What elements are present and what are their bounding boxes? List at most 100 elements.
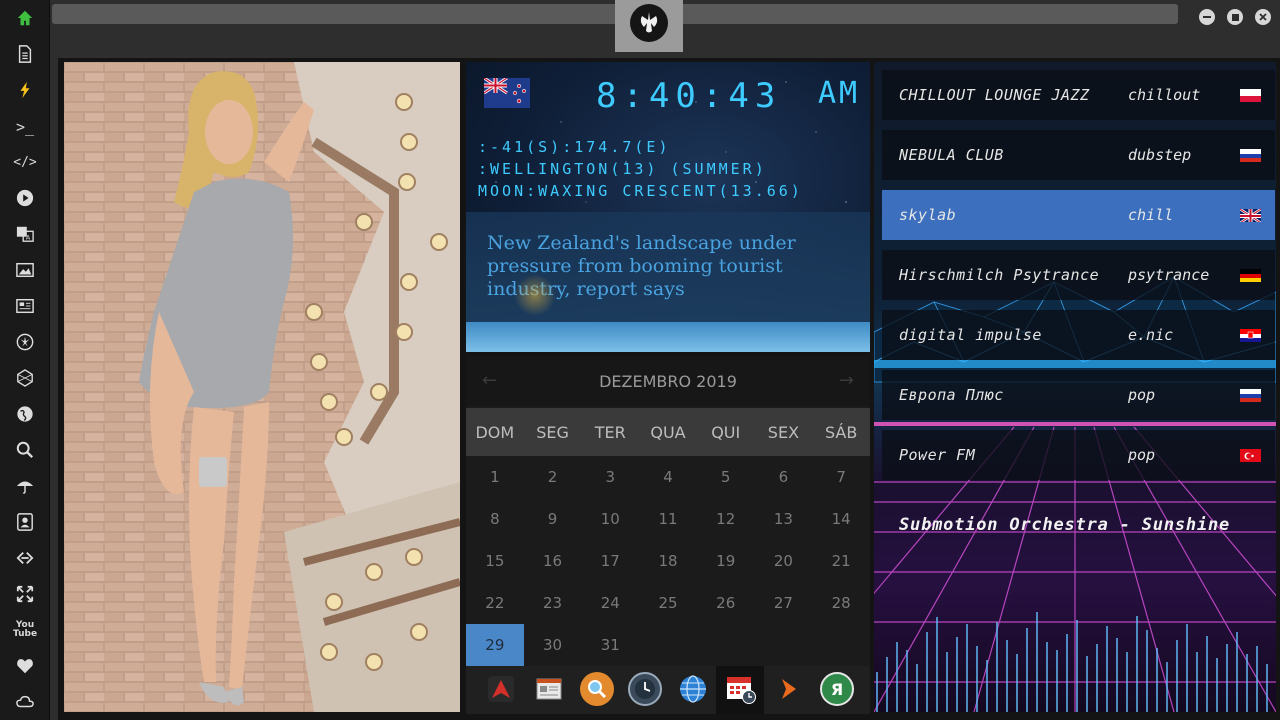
umbrella-icon[interactable] [12,473,38,499]
calendar-day[interactable]: 12 [697,498,755,540]
spectrum-bar [976,646,978,712]
expand-icon[interactable] [12,581,38,607]
rebel-icon[interactable] [12,329,38,355]
image-icon[interactable] [12,257,38,283]
maximize-icon[interactable] [1227,9,1243,25]
station-genre: dubstep [1128,146,1192,164]
clock-location: :WELLINGTON(13) (SUMMER) [478,160,767,178]
yandex-icon[interactable]: Я [820,672,854,706]
cloud-icon[interactable] [12,689,38,715]
weekday-label: TER [594,422,626,442]
calendar-day[interactable]: 4 [639,456,697,498]
spectrum-bar [996,622,998,712]
clock-widget: 8:40:43 AM :-41(S):174.7(E) :WELLINGTON(… [466,62,870,352]
station-row[interactable]: digital impulse e.nic [882,310,1275,360]
station-name: Hirschmilch Psytrance [899,266,1100,284]
spectrum-bar [886,657,888,712]
app-dock: Я [466,666,870,714]
calendar-day[interactable]: 20 [755,540,813,582]
station-genre: pop [1128,386,1156,404]
next-month-icon[interactable]: → [839,370,854,391]
calendar-day[interactable]: 6 [755,456,813,498]
spectrum-bar [1066,634,1068,712]
calendar-day[interactable]: 13 [755,498,813,540]
station-name: skylab [899,206,957,224]
station-row[interactable]: CHILLOUT LOUNGE JAZZ chillout [882,70,1275,120]
rebel-logo-icon [630,4,668,42]
station-row[interactable]: NEBULA CLUB dubstep [882,130,1275,180]
calendar-day[interactable]: 19 [697,540,755,582]
radio-widget: CHILLOUT LOUNGE JAZZ chillout NEBULA CLUB d… [874,62,1276,712]
link-icon[interactable] [12,545,38,571]
calendar-weekdays: DOM SEG TER QUA QUI SEX SÁB [466,408,870,456]
calendar-day[interactable]: 30 [524,624,582,666]
play-arrow-icon[interactable] [772,672,806,706]
calendar-app-icon[interactable] [724,672,758,706]
contact-icon[interactable] [12,509,38,535]
calendar-day[interactable]: 11 [639,498,697,540]
calendar-day[interactable]: 31 [581,624,639,666]
terminal-icon[interactable]: >_ [12,114,38,140]
station-row[interactable]: Европа Плюс pop [882,370,1275,420]
calendar-day[interactable]: 24 [581,582,639,624]
calendar-day[interactable]: 9 [524,498,582,540]
calendar-day[interactable]: 29 [466,624,524,666]
calendar-day[interactable]: 2 [524,456,582,498]
home-icon[interactable] [12,5,38,31]
globe-app-icon[interactable] [676,672,710,706]
weekday-label: SÁB [824,422,858,442]
station-row[interactable]: Hirschmilch Psytrance psytrance [882,250,1275,300]
spectrum-bar [1076,620,1078,712]
calendar-day[interactable]: 15 [466,540,524,582]
browser-window-icon[interactable] [532,672,566,706]
calendar-day[interactable]: 3 [581,456,639,498]
clock-app-icon[interactable] [628,672,662,706]
youtube-icon[interactable]: You Tube [12,617,38,643]
close-icon[interactable] [1255,9,1271,25]
calendar-day[interactable]: 7 [812,456,870,498]
calendar-day[interactable]: 18 [639,540,697,582]
arrow-app-icon[interactable] [484,672,518,706]
spectrum-bar [966,624,968,712]
logo-tab[interactable] [615,0,683,52]
calendar-widget: ← DEZEMBRO 2019 → DOM SEG TER QUA QUI SEX SÁB … [466,356,870,666]
calendar-day[interactable]: 27 [755,582,813,624]
station-row[interactable]: skylab chill [882,190,1275,240]
calendar-day[interactable]: 5 [697,456,755,498]
news-icon[interactable] [12,293,38,319]
calendar-day[interactable]: 1 [466,456,524,498]
now-playing: Submotion Orchestra - Sunshine [899,515,1231,535]
calendar-day[interactable]: 21 [812,540,870,582]
code-icon[interactable]: </> [12,149,38,175]
search-icon[interactable] [12,437,38,463]
lightning-icon[interactable] [12,77,38,103]
calendar-day[interactable]: 10 [581,498,639,540]
heart-icon[interactable] [12,653,38,679]
calendar-day[interactable]: 25 [639,582,697,624]
document-icon[interactable] [12,41,38,67]
calendar-day[interactable]: 26 [697,582,755,624]
moon-phase: MOON:WAXING CRESCENT(13.66) [478,182,803,200]
calendar-day[interactable]: 28 [812,582,870,624]
hexagon-icon[interactable] [12,365,38,391]
calendar-day[interactable]: 8 [466,498,524,540]
svg-text:A: A [26,234,31,241]
weekday-label: SEX [767,422,800,442]
globe-icon[interactable] [12,401,38,427]
russia-flag-icon [1240,148,1261,162]
calendar-day[interactable]: 14 [812,498,870,540]
translate-icon[interactable]: A [12,221,38,247]
minimize-icon[interactable] [1199,9,1215,25]
station-genre: psytrance [1128,266,1210,284]
calendar-day[interactable]: 17 [581,540,639,582]
spectrum-bar [1246,654,1248,712]
spectrum-bar [1156,648,1158,712]
prev-month-icon[interactable]: ← [482,370,497,391]
calendar-day[interactable]: 16 [524,540,582,582]
spectrum-bar [1166,662,1168,712]
calendar-day[interactable]: 23 [524,582,582,624]
station-row[interactable]: Power FM pop [882,430,1275,480]
play-icon[interactable] [12,185,38,211]
calendar-day[interactable]: 22 [466,582,524,624]
search-app-icon[interactable] [580,672,614,706]
